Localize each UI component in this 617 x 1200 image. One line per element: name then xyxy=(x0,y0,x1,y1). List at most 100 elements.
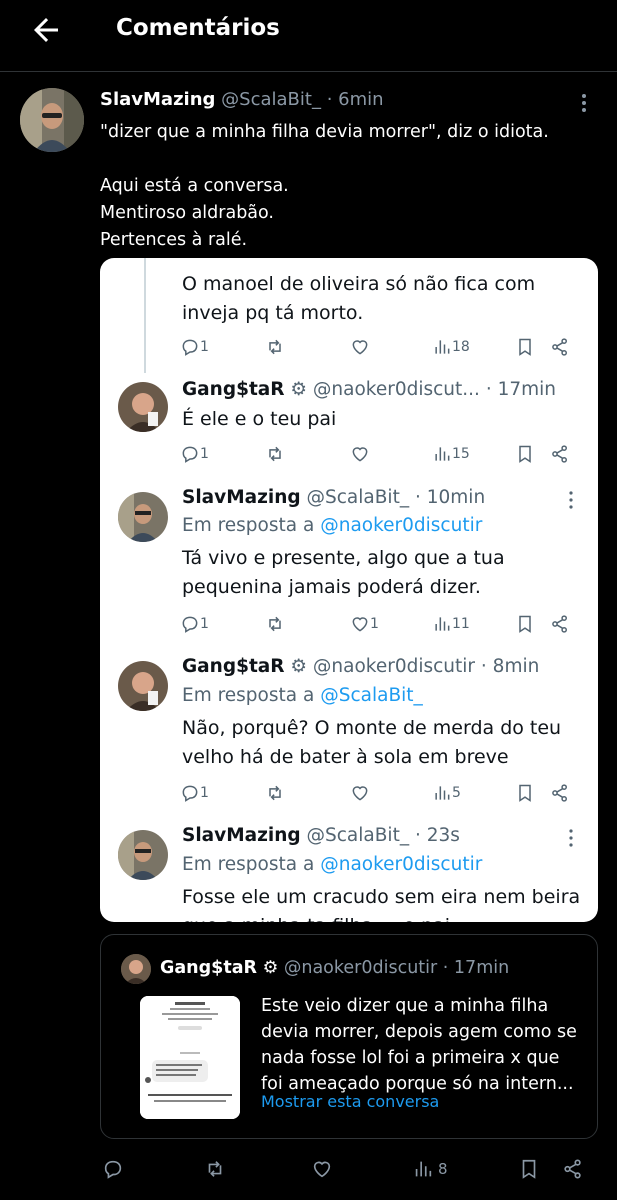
reply-prefix: Em resposta a xyxy=(182,685,315,706)
views-action: 11 xyxy=(432,612,470,636)
share-button[interactable] xyxy=(562,1156,584,1182)
shot-text-line: velho há de bater à sola em breve xyxy=(182,746,509,768)
post-action-bar: 8 xyxy=(100,1156,600,1182)
shot-time: · 8min xyxy=(480,656,540,677)
shot-tweet-header: Gang$taR ⚙ @naoker0discutir · 8min xyxy=(182,656,539,677)
post-text-line: Aqui está a conversa. xyxy=(100,176,289,196)
reply-to-handle: @ScalaBit_ xyxy=(320,685,423,706)
verified-badge-icon: ⚙ xyxy=(290,379,308,400)
shot-author-handle: @naoker0discutir xyxy=(312,656,476,677)
view-count: 15 xyxy=(452,446,470,462)
reply-action: 1 xyxy=(180,335,209,359)
author-handle[interactable]: @ScalaBit_ xyxy=(221,89,321,110)
author-avatar[interactable] xyxy=(20,88,84,152)
shot-avatar xyxy=(118,830,168,880)
share-action xyxy=(550,612,570,636)
shot-avatar xyxy=(118,661,168,711)
quoted-text-line: nada fosse lol foi a primeira x que xyxy=(261,1048,560,1068)
shot-tweet-header: SlavMazing @ScalaBit_ · 23s xyxy=(182,825,460,846)
quoted-text-line: Este veio dizer que a minha filha xyxy=(261,996,549,1016)
show-conversation-link[interactable]: Mostrar esta conversa xyxy=(261,1092,439,1111)
repost-action xyxy=(265,442,285,466)
heart-icon xyxy=(352,786,368,801)
bookmark-button[interactable] xyxy=(518,1156,540,1182)
shot-author-name: SlavMazing xyxy=(182,487,301,508)
bookmark-action xyxy=(515,442,535,466)
attached-image[interactable]: O manoel de oliveira só não fica com inv… xyxy=(100,258,598,922)
views-icon xyxy=(435,340,450,354)
shot-reply-to: Em resposta a @naoker0discutir xyxy=(182,515,482,536)
heart-icon xyxy=(313,1161,331,1178)
repost-icon xyxy=(269,785,281,801)
repost-action xyxy=(265,781,285,805)
post-text: "dizer que a minha filha devia morrer", … xyxy=(100,119,600,254)
screenshot-thumbnail xyxy=(140,996,240,1119)
reply-prefix: Em resposta a xyxy=(182,515,315,536)
views-button[interactable]: 8 xyxy=(412,1156,448,1182)
quoted-text-line: devia morrer, depois agem como se xyxy=(261,1022,577,1042)
share-action xyxy=(550,781,570,805)
more-options-icon xyxy=(569,829,573,847)
reply-count: 1 xyxy=(200,446,209,462)
like-action xyxy=(350,781,370,805)
shot-text-line: O manoel de oliveira só não fica com xyxy=(182,273,536,295)
shot-time: · 17min xyxy=(485,379,557,400)
reply-action: 1 xyxy=(180,612,209,636)
repost-icon xyxy=(269,339,281,355)
avatar-photo xyxy=(118,382,168,432)
quoted-text: Este veio dizer que a minha filha devia … xyxy=(261,993,591,1097)
shot-reply-to: Em resposta a @naoker0discutir xyxy=(182,854,482,875)
share-icon xyxy=(552,784,567,802)
quoted-author-handle: @naoker0discutir xyxy=(283,958,438,978)
repost-action xyxy=(265,612,285,636)
author-name[interactable]: SlavMazing xyxy=(100,89,215,110)
repost-button[interactable] xyxy=(204,1156,226,1182)
post-time[interactable]: · 6min xyxy=(327,89,384,110)
views-icon xyxy=(435,447,450,461)
shot-reply-to: Em resposta a @ScalaBit_ xyxy=(182,685,423,706)
more-options-icon xyxy=(569,491,573,509)
reply-icon xyxy=(104,1160,122,1179)
reply-icon xyxy=(182,616,198,633)
back-arrow-icon[interactable] xyxy=(28,12,64,48)
reply-action: 1 xyxy=(180,442,209,466)
share-icon xyxy=(552,338,567,356)
bookmark-icon xyxy=(519,615,531,633)
bookmark-action xyxy=(515,781,535,805)
share-icon xyxy=(564,1159,581,1179)
shot-author-handle: @ScalaBit_ xyxy=(306,825,410,846)
post-header: SlavMazing @ScalaBit_ · 6min xyxy=(100,89,384,110)
shot-author-handle: @naoker0discut... xyxy=(312,379,480,400)
bookmark-icon xyxy=(519,445,531,463)
reply-button[interactable] xyxy=(102,1156,124,1182)
shot-tweet-text: Fosse ele um cracudo sem eira nem beira … xyxy=(182,883,587,922)
avatar-photo xyxy=(121,954,151,984)
avatar-photo xyxy=(118,492,168,542)
like-button[interactable] xyxy=(311,1156,333,1182)
view-count: 8 xyxy=(438,1160,448,1178)
shot-actions: 1 1 11 xyxy=(180,612,580,636)
shot-text-line: pequenina jamais poderá dizer. xyxy=(182,576,481,598)
views-action: 15 xyxy=(432,442,470,466)
shot-text-line: Tá vivo e presente, algo que a tua xyxy=(182,547,505,569)
repost-action xyxy=(265,335,285,359)
shot-tweet-text: O manoel de oliveira só não fica com inv… xyxy=(182,270,587,328)
like-count: 1 xyxy=(370,616,379,632)
bookmark-icon xyxy=(519,784,531,802)
shot-tweet-header: Gang$taR ⚙ @naoker0discut... · 17min xyxy=(182,379,556,400)
reply-prefix: Em resposta a xyxy=(182,854,315,875)
view-count: 11 xyxy=(452,616,470,632)
like-action xyxy=(350,442,370,466)
shot-author-name: Gang$taR xyxy=(182,656,285,677)
shot-tweet-text: Tá vivo e presente, algo que a tua peque… xyxy=(182,544,587,602)
more-options-icon[interactable] xyxy=(576,92,592,114)
shot-tweet-text: É ele e o teu pai xyxy=(182,405,587,434)
shot-author-name: Gang$taR xyxy=(182,379,285,400)
reply-to-handle: @naoker0discutir xyxy=(320,854,483,875)
shot-text-line: inveja pq tá morto. xyxy=(182,302,364,324)
reply-count: 1 xyxy=(200,339,209,355)
share-icon xyxy=(552,445,567,463)
like-action xyxy=(350,335,370,359)
quoted-tweet[interactable]: Gang$taR ⚙ @naoker0discutir · 17min Este… xyxy=(100,934,598,1139)
top-bar: Comentários xyxy=(0,0,617,72)
